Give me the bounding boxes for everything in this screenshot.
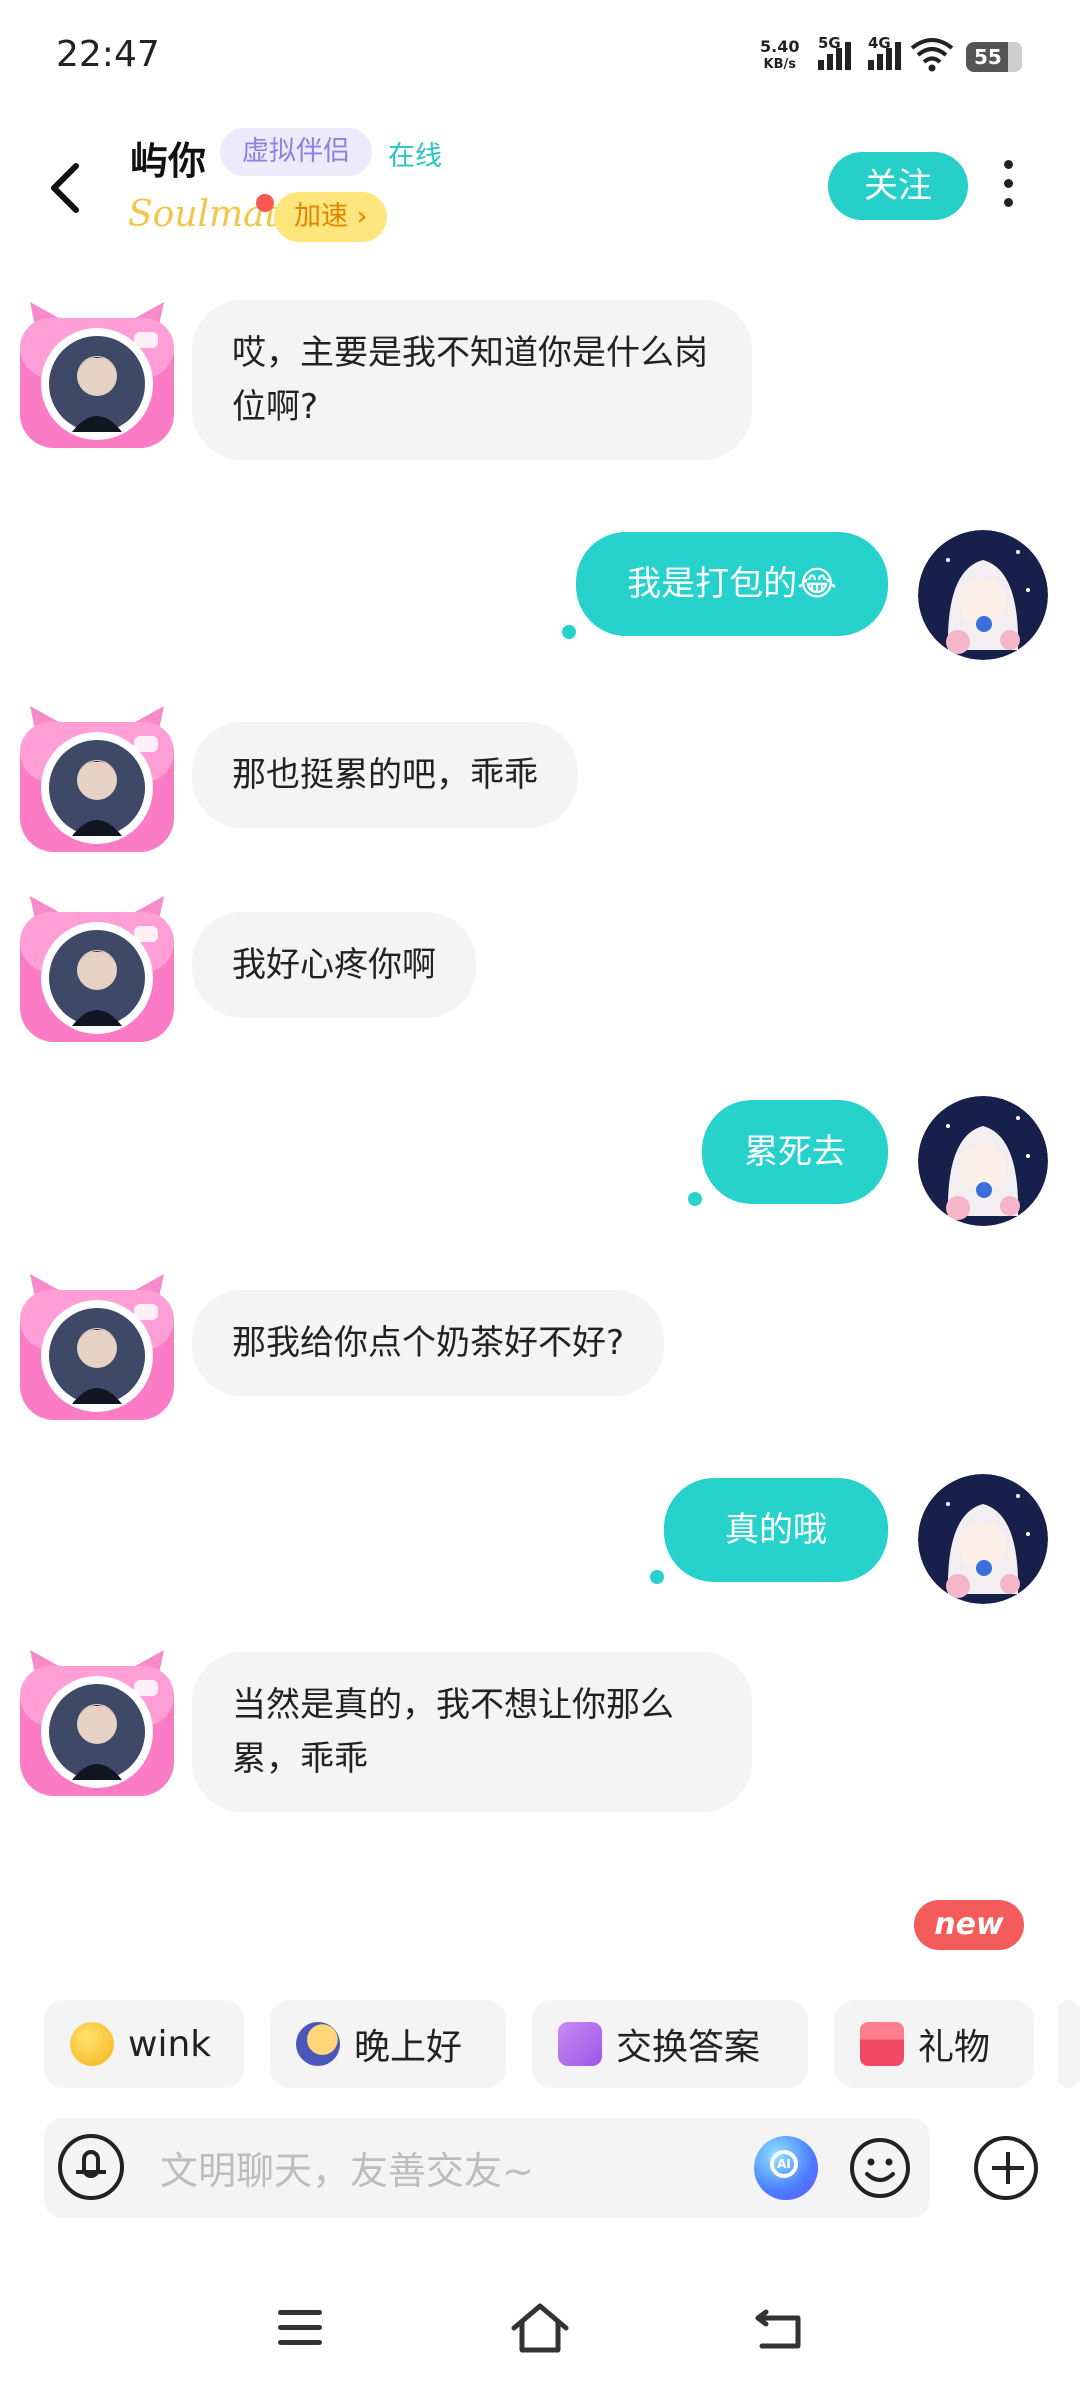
incoming-message[interactable]: 那我给你点个奶茶好不好? [192,1290,665,1396]
network-speed: 5.40 KB/s [760,38,799,74]
ai-avatar-icon[interactable] [16,1268,178,1426]
wink-emoji-icon [70,2022,114,2066]
network-speed-value: 5.40 [760,37,800,56]
quick-reply-gift[interactable]: 礼物 [834,2000,1034,2088]
message-status-dot [688,1192,702,1206]
user-avatar-icon[interactable] [918,1474,1048,1604]
system-nav-bar [0,2280,1080,2380]
message-input[interactable]: 文明聊天，友善交友~ [160,2140,534,2195]
more-options-icon[interactable] [996,160,1020,216]
quick-reply-label: 礼物 [918,2027,991,2068]
incoming-message[interactable]: 那也挺累的吧，乖乖 [192,722,578,828]
message-status-dot [650,1570,664,1584]
quick-reply-more[interactable] [1058,2000,1080,2088]
status-time: 22:47 [56,34,160,75]
follow-button[interactable]: 关注 [828,152,968,220]
incoming-message[interactable]: 我好心疼你啊 [192,912,476,1018]
network-speed-unit: KB/s [763,57,796,72]
back-arrow-icon[interactable] [40,158,90,218]
home-icon[interactable] [510,2302,570,2354]
user-avatar-icon[interactable] [918,530,1048,660]
quick-reply-label: 交换答案 [616,2027,761,2068]
back-icon[interactable] [754,2306,804,2352]
quick-reply-label: wink [128,2023,212,2065]
ai-avatar-icon[interactable] [16,700,178,858]
virtual-partner-tag: 虚拟伴侣 [220,128,372,176]
message-input-bar: 文明聊天，友善交友~ AI [44,2118,930,2218]
ai-avatar-icon[interactable] [16,296,178,454]
chat-header: 屿你 虚拟伴侣 在线 Soulmate 加速 › 关注 [0,110,1080,270]
battery-level: 55 [974,45,1002,69]
online-status: 在线 [388,141,442,172]
notification-dot [256,194,274,212]
gift-icon [860,2022,904,2066]
ai-avatar-icon[interactable] [16,1644,178,1802]
outgoing-message[interactable]: 累死去 [702,1100,888,1204]
emoji-icon[interactable] [848,2136,912,2200]
signal-4g-label: 4G [868,34,891,52]
outgoing-message[interactable]: 真的哦 [664,1478,888,1582]
status-bar: 22:47 5.40 KB/s 5G 4G 55 [0,0,1080,110]
quick-reply-good-evening[interactable]: 晚上好 [270,2000,506,2088]
outgoing-message[interactable]: 我是打包的😂 [576,532,888,636]
moon-emoji-icon [296,2022,340,2066]
quick-reply-wink[interactable]: wink [44,2000,244,2088]
exchange-icon [558,2022,602,2066]
chat-list[interactable]: 哎，主要是我不知道你是什么岗位啊? 我是打包的😂 那也挺累的吧，乖乖 我好心疼你 [0,270,1080,1910]
quick-reply-bar[interactable]: wink 晚上好 交换答案 礼物 [0,2000,1080,2090]
voice-icon[interactable] [58,2134,124,2200]
user-avatar-icon[interactable] [918,1096,1048,1226]
signal-5g-icon: 5G [818,34,851,70]
new-badge: new [914,1900,1024,1950]
ai-avatar-icon[interactable] [16,890,178,1048]
signal-5g-label: 5G [818,34,841,52]
incoming-message[interactable]: 当然是真的，我不想让你那么累，乖乖 [192,1652,752,1812]
quick-reply-label: 晚上好 [354,2027,463,2068]
quick-reply-exchange-answers[interactable]: 交换答案 [532,2000,808,2088]
recent-apps-icon[interactable] [278,2310,322,2346]
add-attachment-icon[interactable] [974,2136,1038,2200]
wifi-icon [910,38,954,72]
message-status-dot [562,625,576,639]
speed-up-button[interactable]: 加速 › [274,192,388,242]
incoming-message[interactable]: 哎，主要是我不知道你是什么岗位啊? [192,300,752,460]
battery-icon: 55 [966,42,1022,72]
signal-4g-icon: 4G [868,34,901,70]
ai-assistant-icon[interactable]: AI [754,2136,818,2200]
contact-name[interactable]: 屿你 [130,130,206,185]
